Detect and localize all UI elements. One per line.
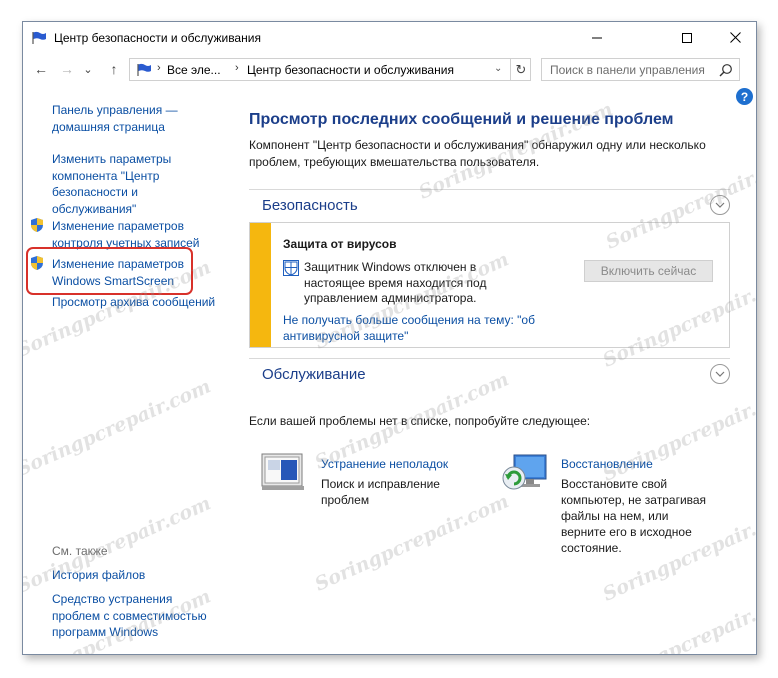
breadcrumb-separator[interactable]: › (235, 62, 239, 74)
search-icon (719, 64, 732, 77)
breadcrumb-item-current[interactable]: Центр безопасности и обслуживания (247, 63, 454, 77)
sidebar-item-message-archive[interactable]: Просмотр архива сообщений (52, 294, 232, 311)
troubleshoot-link[interactable]: Устранение неполадок (321, 456, 471, 472)
forward-arrow-icon: → (60, 61, 74, 77)
maximize-icon (682, 32, 692, 43)
minimize-button[interactable] (574, 22, 620, 53)
recovery-link[interactable]: Восстановление (561, 456, 711, 472)
sidebar-item-compat-troubleshooter[interactable]: Средство устранения проблем с совместимо… (52, 591, 222, 641)
window-title: Центр безопасности и обслуживания (54, 31, 261, 45)
breadcrumb-item-all[interactable]: Все эле... (167, 63, 221, 77)
page-title: Просмотр последних сообщений и решение п… (249, 111, 674, 128)
back-button[interactable]: ← (31, 58, 51, 80)
chevron-up-icon[interactable] (710, 195, 730, 215)
address-bar[interactable]: › Все эле... › Центр безопасности и обсл… (129, 58, 531, 81)
recovery-tool: Восстановление Восстановите свой компьют… (561, 456, 711, 556)
suggestion-text: Если вашей проблемы нет в списке, попроб… (249, 414, 591, 428)
maintenance-section-header[interactable]: Обслуживание (249, 358, 730, 388)
recent-locations-button[interactable]: ⌄ (81, 58, 95, 80)
sidebar-item-file-history[interactable]: История файлов (52, 567, 232, 584)
up-arrow-icon: ↑ (110, 61, 118, 77)
windows-defender-icon (283, 260, 299, 276)
close-button[interactable] (712, 22, 756, 53)
control-panel-flag-icon (137, 63, 151, 76)
sidebar-home-link[interactable]: Панель управления — домашняя страница (52, 102, 232, 135)
search-box[interactable]: Поиск в панели управления (541, 58, 740, 81)
maximize-button[interactable] (664, 22, 710, 53)
alert-severity-bar (250, 223, 271, 347)
security-section-title: Безопасность (262, 197, 358, 214)
maintenance-section-title: Обслуживание (262, 366, 366, 383)
up-button[interactable]: ↑ (104, 58, 124, 80)
help-icon[interactable]: ? (736, 88, 753, 105)
highlight-outline (26, 247, 193, 295)
recovery-icon (502, 454, 547, 490)
see-also-heading: См. также (52, 544, 108, 558)
chevron-down-icon: ⌄ (83, 63, 93, 76)
page-description: Компонент "Центр безопасности и обслужив… (249, 138, 706, 169)
title-bar[interactable]: Центр безопасности и обслуживания (23, 22, 756, 54)
main-content: Просмотр последних сообщений и решение п… (249, 110, 735, 169)
control-panel-window: Центр безопасности и обслуживания ← → ⌄ … (22, 21, 757, 655)
watermark: Soringpcrepair.com (22, 375, 215, 481)
watermark: Soringpcrepair.com (599, 586, 757, 655)
search-input[interactable]: Поиск в панели управления (550, 63, 705, 77)
alert-message: Защитник Windows отключен в настоящее вр… (304, 260, 487, 305)
chevron-down-icon[interactable] (710, 364, 730, 384)
uac-shield-icon (31, 218, 43, 232)
navigation-bar: ← → ⌄ ↑ › Все эле... › Центр безопасност… (23, 55, 756, 87)
troubleshoot-icon (261, 453, 304, 490)
sidebar-item-change-settings[interactable]: Изменить параметры компонента "Центр без… (52, 151, 202, 217)
forward-button[interactable]: → (57, 58, 77, 80)
close-icon (729, 32, 741, 43)
breadcrumb-separator: › (157, 62, 161, 74)
virus-protection-alert: Защита от вирусов Защитник Windows отклю… (249, 222, 730, 348)
turn-on-now-button[interactable]: Включить сейчас (584, 260, 713, 282)
refresh-button[interactable]: ↻ (510, 59, 531, 80)
refresh-icon: ↻ (515, 61, 527, 77)
troubleshoot-description: Поиск и исправление проблем (321, 477, 440, 507)
dont-show-messages-link[interactable]: Не получать больше сообщения на тему: "о… (283, 312, 583, 344)
recovery-description: Восстановите свой компьютер, не затрагив… (561, 477, 707, 555)
minimize-icon (592, 37, 602, 38)
troubleshoot-tool: Устранение неполадок Поиск и исправление… (321, 456, 471, 508)
address-dropdown-icon[interactable]: ⌄ (494, 63, 502, 74)
back-arrow-icon: ← (34, 61, 48, 77)
alert-title: Защита от вирусов (283, 237, 397, 251)
security-section-header[interactable]: Безопасность (249, 189, 730, 219)
flag-icon (32, 31, 46, 44)
